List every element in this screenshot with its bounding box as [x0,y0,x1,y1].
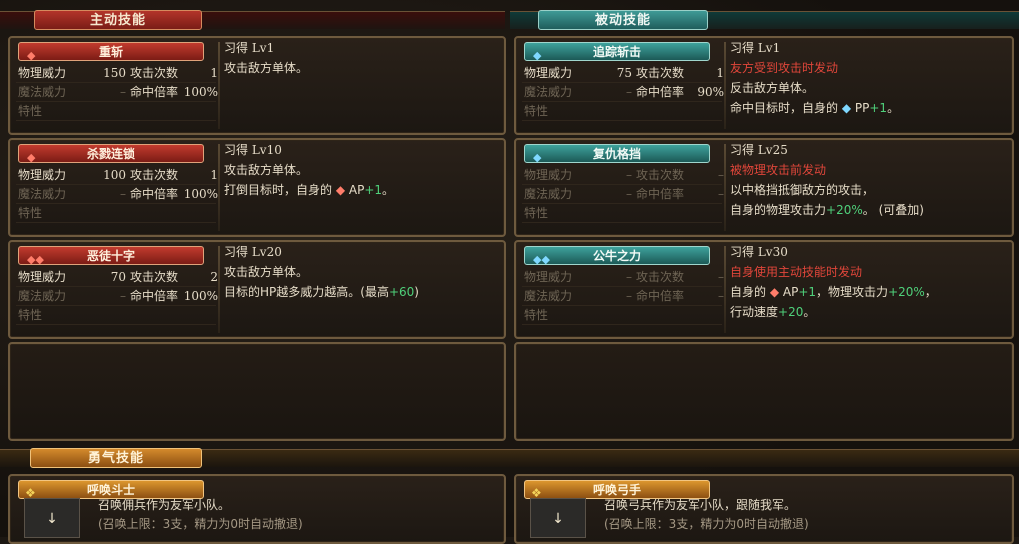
divider [218,144,220,231]
skill-name-badge: ◆ 复仇格挡 [524,144,710,164]
pp-gem-icon: ◆ [841,101,852,115]
active-skill-card-1[interactable]: ◆ 重斩 物理威力 150 攻击次数 1 魔法威力 – 命中倍率 100% 特性 习得 Lv1… [8,36,506,135]
skill-name-badge: ◆◆ 公牛之力 [524,246,710,266]
brave-skill-card-2[interactable]: ❖ 呼唤弓手 ↓ 召唤弓兵作为友军小队，跟随我军。 (召唤上限：3支，精力为0时自动… [514,474,1014,544]
red-gem-icon: ◆ [27,49,36,62]
divider [724,144,726,231]
divider [724,42,726,129]
divider [218,246,220,333]
passive-skill-card-1[interactable]: ◆ 追踪斩击 物理威力 75 攻击次数 1 魔法威力 – 命中倍率 90% 特性 习得 Lv1… [514,36,1014,135]
divider [724,246,726,333]
skill-name-badge: ◆◆ 恶徒十字 [18,246,204,266]
passive-skill-card-3[interactable]: ◆◆ 公牛之力 物理威力 – 攻击次数 – 魔法威力 – 命中倍率 – 特性 习得 Lv30 自… [514,240,1014,339]
brave-skill-card-1[interactable]: ❖ 呼唤斗士 ↓ 召唤佣兵作为友军小队。 (召唤上限：3支，精力为0时自动撤退) [8,474,506,544]
passive-skill-card-empty [514,342,1014,441]
down-arrow-icon[interactable]: ↓ [530,498,586,538]
skill-name-badge: ◆ 杀戮连锁 [18,144,204,164]
ap-gem-icon: ◆ [769,285,780,299]
skill-name-badge: ◆ 重斩 [18,42,204,62]
active-skill-card-3[interactable]: ◆◆ 恶徒十字 物理威力 70 攻击次数 2 魔法威力 – 命中倍率 100% 特性 习得 L… [8,240,506,339]
red-gem-icon: ◆◆ [27,253,44,266]
blue-gem-icon: ◆ [533,49,542,62]
blue-gem-icon: ◆◆ [533,253,550,266]
passive-skill-card-2[interactable]: ◆ 复仇格挡 物理威力 – 攻击次数 – 魔法威力 – 命中倍率 – 特性 习得 Lv25 被物… [514,138,1014,237]
tab-passive-skills[interactable]: 被动技能 [538,10,708,30]
ap-gem-icon: ◆ [335,183,346,197]
down-arrow-icon[interactable]: ↓ [24,498,80,538]
active-skill-card-empty [8,342,506,441]
tab-active-skills[interactable]: 主动技能 [34,10,202,30]
skill-name-badge: ◆ 追踪斩击 [524,42,710,62]
red-gem-icon: ◆ [27,151,36,164]
active-skill-card-2[interactable]: ◆ 杀戮连锁 物理威力 100 攻击次数 1 魔法威力 – 命中倍率 100% 特性 习得 L… [8,138,506,237]
divider [218,42,220,129]
blue-gem-icon: ◆ [533,151,542,164]
tab-brave-skills[interactable]: 勇气技能 [30,448,202,468]
